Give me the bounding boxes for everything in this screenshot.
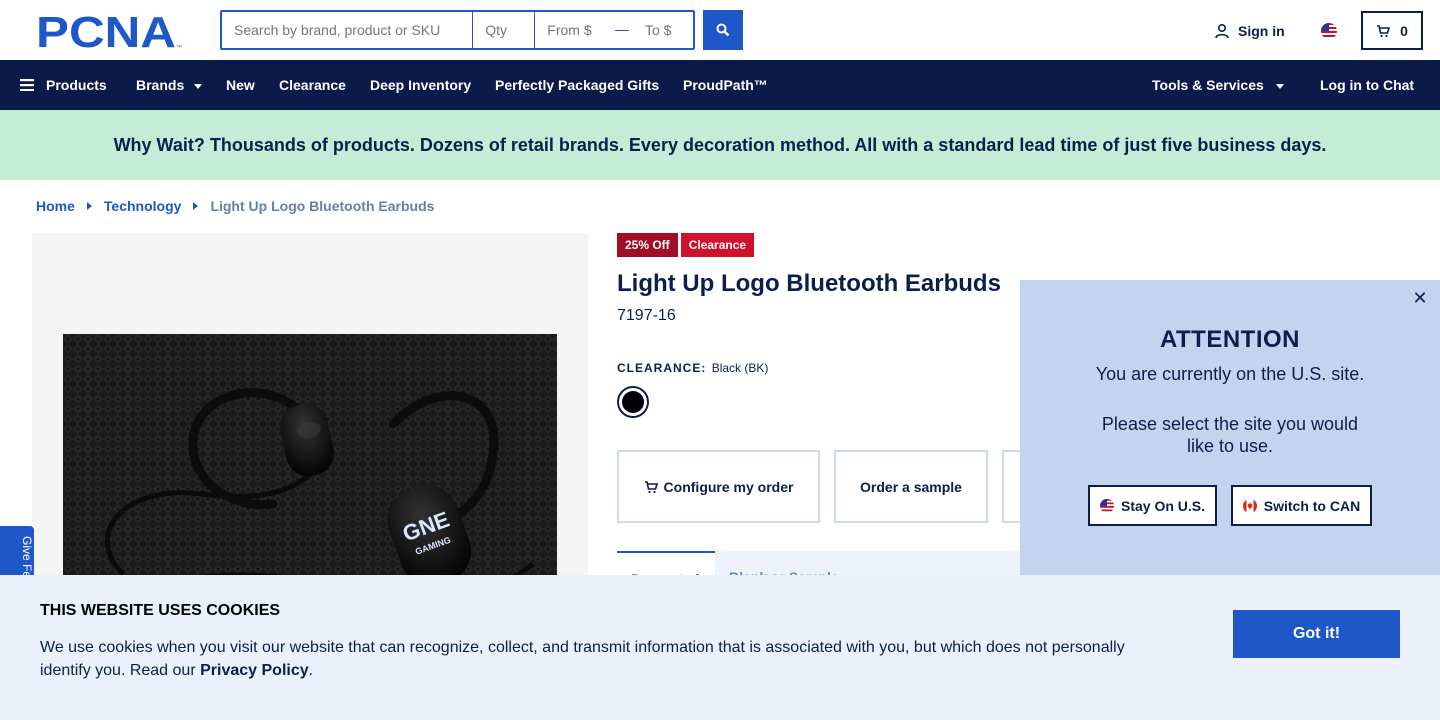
nav-brands-label: Brands (136, 77, 185, 93)
product-badges: 25% Off Clearance (617, 233, 755, 257)
discount-badge: 25% Off (617, 233, 678, 257)
nav-products[interactable]: Products (20, 60, 107, 110)
site-header: PCNA ™ Sign in (0, 0, 1440, 60)
switch-can-label: Switch to CAN (1263, 497, 1361, 514)
stay-us-button[interactable]: Stay On U.S. (1088, 485, 1217, 526)
sign-in-link[interactable]: Sign in (1214, 20, 1285, 42)
order-sample-button[interactable]: Order a sample (834, 450, 988, 523)
order-sample-label: Order a sample (860, 478, 962, 495)
chevron-down-icon (194, 83, 203, 89)
cart-count: 0 (1400, 22, 1408, 39)
search-icon (716, 23, 730, 37)
cookie-title: THIS WEBSITE USES COOKIES (40, 602, 281, 619)
cookie-banner: THIS WEBSITE USES COOKIES We use cookies… (0, 575, 1440, 720)
breadcrumb-home[interactable]: Home (36, 198, 75, 214)
color-selection-label: CLEARANCE: Black (BK) (617, 361, 768, 375)
color-value: Black (BK) (711, 361, 769, 375)
qty-input[interactable] (473, 12, 536, 48)
us-flag-icon[interactable] (1321, 23, 1337, 39)
nav-new[interactable]: New (226, 60, 255, 110)
product-title: Light Up Logo Bluetooth Earbuds (617, 270, 1001, 297)
breadcrumb-current: Light Up Logo Bluetooth Earbuds (210, 198, 435, 214)
sign-in-label: Sign in (1238, 23, 1285, 39)
configure-order-button[interactable]: Configure my order (617, 450, 820, 523)
configure-order-label: Configure my order (663, 478, 794, 495)
swatch-fill (622, 391, 644, 413)
nav-deep-inventory[interactable]: Deep Inventory (370, 60, 471, 110)
nav-proudpath[interactable]: ProudPath™ (683, 60, 768, 110)
breadcrumb-arrow-icon (86, 202, 92, 210)
color-swatch-black[interactable] (617, 386, 649, 418)
nav-tools-services[interactable]: Tools & Services (1152, 60, 1284, 110)
price-range-dash (615, 29, 629, 31)
nav-chat-login[interactable]: Log in to Chat (1320, 60, 1414, 110)
user-icon (1215, 23, 1229, 39)
promo-banner: Why Wait? Thousands of products. Dozens … (0, 110, 1440, 180)
pcna-logo[interactable]: PCNA ™ (36, 12, 184, 50)
price-to-input[interactable] (633, 12, 693, 48)
nav-clearance[interactable]: Clearance (279, 60, 346, 110)
cookie-text: We use cookies when you visit our websit… (40, 636, 1150, 682)
cart-button[interactable]: 0 (1361, 11, 1423, 50)
close-icon[interactable]: ✕ (1410, 288, 1430, 308)
canada-flag-icon (1242, 498, 1257, 513)
search-button[interactable] (703, 10, 743, 50)
search-bar (220, 10, 695, 50)
cookie-period: . (308, 662, 314, 679)
product-sku: 7197-16 (617, 307, 676, 324)
cart-icon (644, 480, 658, 493)
main-nav: Products Brands New Clearance Deep Inven… (0, 60, 1440, 110)
nav-tools-label: Tools & Services (1152, 77, 1264, 93)
breadcrumb-technology[interactable]: Technology (104, 198, 182, 214)
chevron-down-icon (1275, 83, 1284, 89)
nav-packaged-gifts[interactable]: Perfectly Packaged Gifts (495, 60, 659, 110)
modal-select-text: Please select the site you would like to… (1101, 414, 1359, 456)
stay-us-label: Stay On U.S. (1120, 497, 1206, 514)
us-flag-icon (1099, 498, 1114, 513)
svg-text:™: ™ (176, 44, 182, 50)
color-label: CLEARANCE: (617, 361, 707, 375)
cart-icon (1377, 24, 1391, 37)
accept-cookies-label: Got it! (1292, 625, 1341, 642)
search-input[interactable] (222, 12, 474, 48)
modal-title: ATTENTION (1159, 326, 1301, 353)
menu-icon (20, 79, 34, 91)
privacy-policy-link[interactable]: Privacy Policy (200, 662, 309, 679)
price-from-input[interactable] (535, 12, 612, 48)
breadcrumb: Home Technology Light Up Logo Bluetooth … (36, 198, 434, 214)
region-select-modal: ✕ ATTENTION You are currently on the U.S… (1020, 280, 1440, 580)
breadcrumb-arrow-icon (193, 202, 199, 210)
accept-cookies-button[interactable]: Got it! (1233, 610, 1400, 658)
modal-current-site-text: You are currently on the U.S. site. (1095, 364, 1365, 384)
nav-products-label: Products (46, 77, 107, 93)
promo-banner-text: Why Wait? Thousands of products. Dozens … (113, 134, 1327, 155)
logo-text: PCNA (36, 12, 176, 50)
nav-brands[interactable]: Brands (136, 60, 203, 110)
clearance-badge: Clearance (680, 233, 755, 257)
switch-can-button[interactable]: Switch to CAN (1231, 485, 1372, 526)
